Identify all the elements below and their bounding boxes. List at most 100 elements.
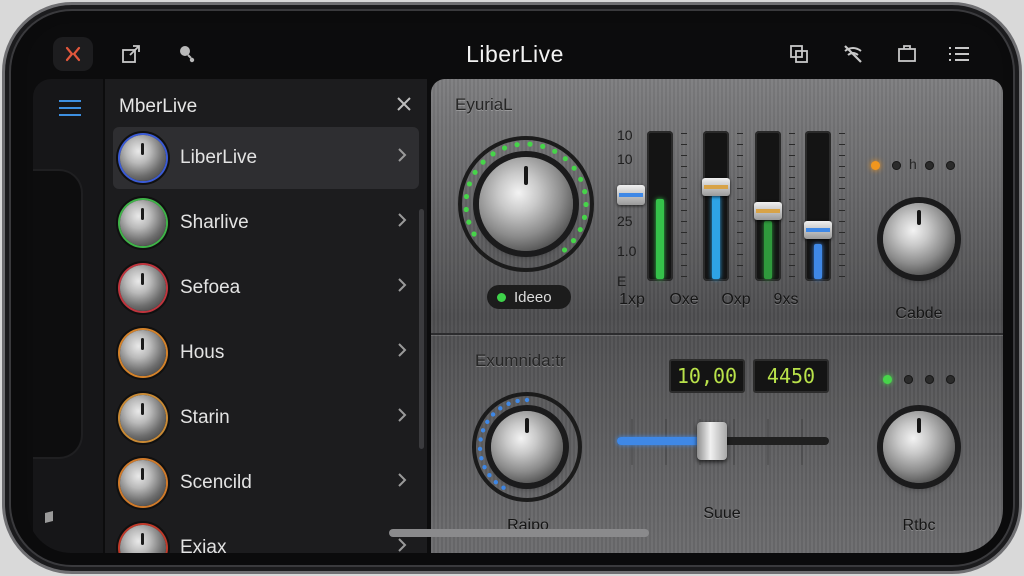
lower-led-row [883,375,955,384]
preset-item[interactable]: Exiax [113,517,419,553]
knob-ring-dot [501,485,506,490]
upper-main-knob[interactable] [479,157,573,251]
fader-ticks [789,133,795,279]
slider-label: Suue [703,505,741,522]
preset-item-label: Hous [180,342,225,363]
status-led [883,375,892,384]
knob-ring-dot [479,456,484,461]
fader-level [712,194,720,279]
rail-corner-icon [43,509,59,530]
upper-right-knob[interactable] [883,203,955,275]
knob-ring-dot [463,206,469,213]
preset-item-label: Sefoea [180,277,241,298]
fader-cap[interactable] [804,221,832,239]
fader-channel[interactable] [754,131,782,281]
upper-section-label: EyuriaL [455,95,513,114]
knob-ring-dot [472,169,478,175]
knob-ring-dot [480,159,486,165]
preset-item[interactable]: Starin [113,387,419,449]
device-frame: LiberLive MberLive LiberLive Sharlive Se… [2,2,1022,574]
chevron-right-icon [397,537,407,553]
status-led [945,161,955,170]
hamburger-icon[interactable] [55,95,85,121]
fader-label: 9xs [773,291,799,308]
knob-ring-dot [506,401,511,406]
knob-ring-dot [583,201,589,208]
scrollbar[interactable] [419,209,424,449]
fader-channel[interactable] [804,131,832,281]
scale-label: 25 [617,213,633,229]
knob-ring-dot [477,446,483,452]
preset-knob-icon [120,135,166,181]
close-icon[interactable] [391,91,417,117]
list-icon[interactable] [939,37,979,71]
knob-ring-dot [493,479,499,485]
chevron-right-icon [397,407,407,428]
knob-ring-dot [498,406,503,411]
knob-ring-dot [582,189,588,195]
lower-section-label: Exumnida:tr [475,351,566,370]
horizontal-slider[interactable] [617,422,829,460]
left-rail [33,79,103,553]
knob-ring-dot [463,193,470,200]
knob-ring-dot [466,219,472,225]
fader-level [656,199,664,279]
lower-right-knob-label: Rtbc [902,517,936,534]
knob-ring-dot [490,412,496,417]
top-bar: LiberLive [27,23,1003,81]
status-led [892,161,901,170]
preset-item-label: Scencild [180,472,252,493]
upper-right-knob-label: Cabde [895,305,943,322]
fader-cap[interactable] [617,185,645,205]
status-led [904,375,913,384]
knob-ring-dot [571,165,577,171]
chevron-right-icon [397,147,407,168]
preset-item-label: Starin [180,407,230,428]
copy-layers-icon[interactable] [779,37,819,71]
panel-title: MberLive [119,96,198,117]
fader-cap[interactable] [754,202,782,220]
knob-ring-dot [466,181,473,187]
chevron-right-icon [397,212,407,233]
chevron-right-icon [397,277,407,298]
knob-ring-dot [524,397,530,403]
knob-ring-dot [527,141,533,147]
preset-knob-icon [120,525,166,553]
scale-label: 1.0 [617,243,637,259]
preset-item[interactable]: Sefoea [113,257,419,319]
pill-label: Ideeo [514,288,552,306]
preset-item[interactable]: Scencild [113,452,419,514]
upper-led-row: h [871,156,955,172]
slider-thumb[interactable] [697,422,727,460]
knob-ring-dot [561,247,568,253]
lower-right-knob[interactable] [883,411,955,483]
preset-item[interactable]: LiberLive [113,127,419,189]
fader-channel[interactable] [647,131,673,281]
scale-label: 10 [617,151,633,167]
knob-ring-dot [577,226,583,233]
preset-list: LiberLive Sharlive Sefoea Hous Starin Scencil… [113,127,419,553]
window-icon[interactable] [887,37,927,71]
chevron-right-icon [397,472,407,493]
preset-item-label: Exiax [180,537,227,553]
knob-ring-dot [562,156,568,162]
preset-item[interactable]: Sharlive [113,192,419,254]
knob-ring-dot [471,231,477,237]
knob-mode-pill[interactable]: Ideeo [487,285,571,309]
home-indicator[interactable] [389,529,649,537]
knob-ring-dot [490,151,496,157]
preset-knob-icon [120,460,166,506]
bluetooth-off-icon[interactable] [833,37,873,71]
status-led [946,375,955,384]
lower-left-knob[interactable] [491,411,563,483]
fader-channel[interactable] [702,131,730,281]
knob-ring-dot [540,143,546,149]
fader-cap[interactable] [702,178,730,196]
preset-item[interactable]: Hous [113,322,419,384]
pill-status-dot [497,292,506,302]
preset-item-label: Sharlive [180,212,249,233]
fader-ticks [681,133,687,279]
fader-level [764,221,772,279]
fader-ticks [737,133,743,279]
knob-ring-dot [570,238,577,244]
